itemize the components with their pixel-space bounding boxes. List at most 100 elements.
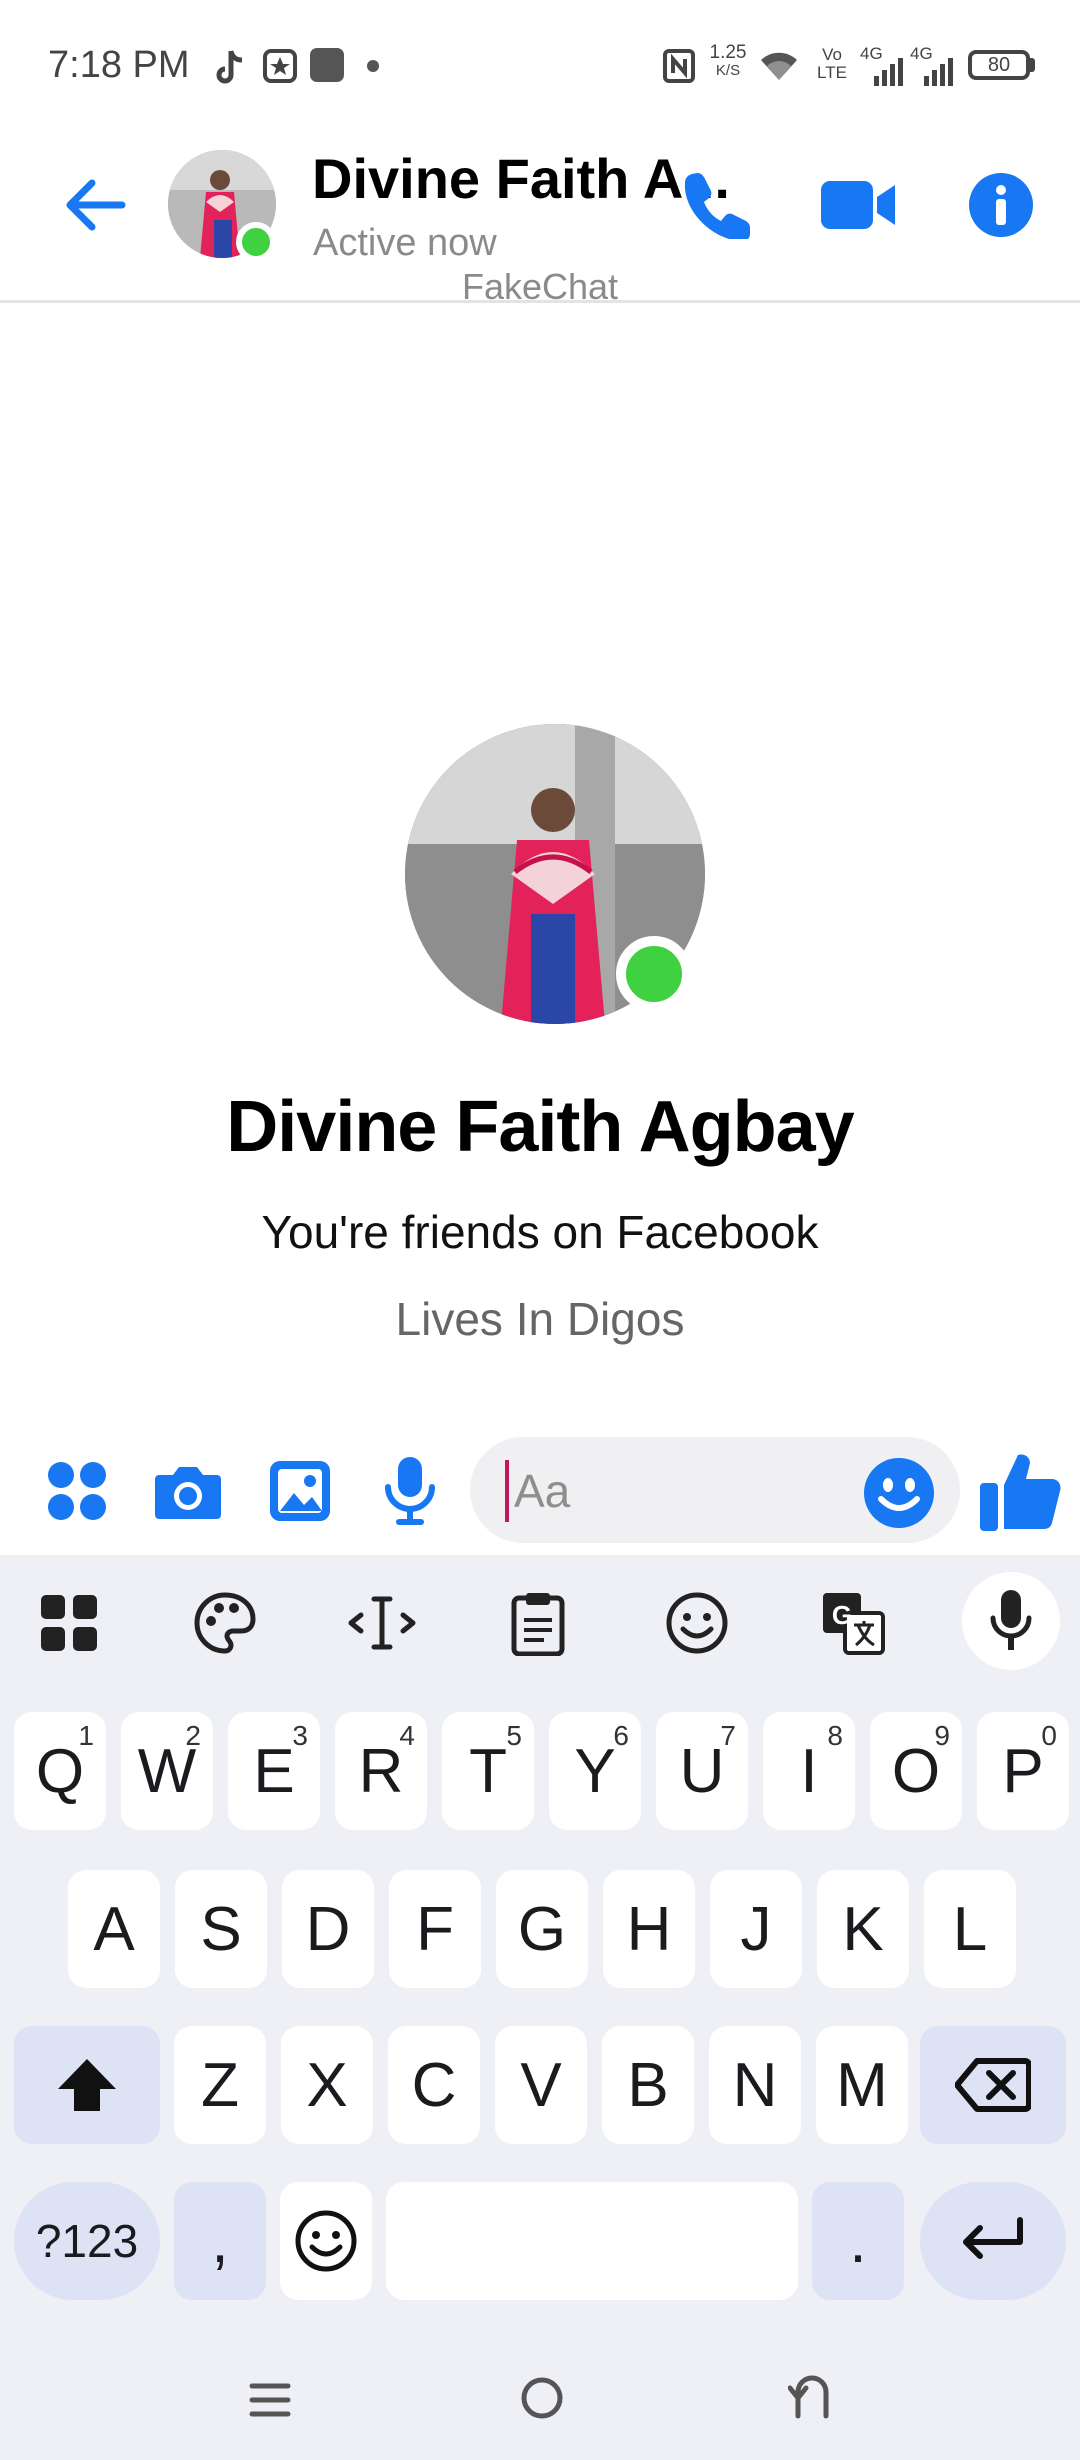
voice-input-icon[interactable]	[962, 1572, 1060, 1670]
key-n-label: N	[732, 2050, 778, 2120]
key-b[interactable]: B	[602, 2026, 694, 2144]
key-l[interactable]: L	[924, 1870, 1016, 1988]
recent-apps-icon[interactable]	[240, 2370, 300, 2430]
key-e-label: E	[253, 1736, 295, 1806]
emoji-key[interactable]	[280, 2182, 372, 2300]
enter-key[interactable]	[920, 2182, 1066, 2300]
back-nav-icon[interactable]	[780, 2362, 844, 2426]
clipboard-icon[interactable]	[506, 1588, 570, 1658]
backspace-key[interactable]	[920, 2026, 1066, 2144]
key-z[interactable]: Z	[174, 2026, 266, 2144]
key-m[interactable]: M	[816, 2026, 908, 2144]
key-n[interactable]: N	[709, 2026, 801, 2144]
contact-name[interactable]: Divine Faith A...	[312, 146, 730, 211]
key-e[interactable]: E3	[228, 1712, 320, 1830]
key-o[interactable]: O9	[870, 1712, 962, 1830]
key-r-hint: 4	[399, 1720, 415, 1751]
active-status: Active now	[313, 222, 497, 264]
key-g[interactable]: G	[496, 1870, 588, 1988]
key-l-label: L	[952, 1894, 988, 1964]
key-h[interactable]: H	[603, 1870, 695, 1988]
nfc-icon	[662, 48, 696, 84]
camera-icon[interactable]	[152, 1460, 224, 1524]
key-q-hint: 1	[78, 1720, 94, 1751]
key-i-label: I	[800, 1736, 818, 1806]
period-key-label: .	[849, 2206, 867, 2276]
key-m-label: M	[836, 2050, 888, 2120]
location-text: Lives In Digos	[395, 1293, 685, 1345]
key-y-label: Y	[574, 1736, 616, 1806]
key-d-label: D	[305, 1894, 351, 1964]
key-j[interactable]: J	[710, 1870, 802, 1988]
space-key[interactable]	[386, 2182, 798, 2300]
phone-call-icon[interactable]	[680, 165, 754, 243]
fakechat-watermark: FakeChat	[461, 266, 619, 307]
key-c[interactable]: C	[388, 2026, 480, 2144]
keyboard	[0, 1555, 1080, 2460]
comma-key[interactable]: ,	[174, 2182, 266, 2300]
key-p[interactable]: P0	[977, 1712, 1069, 1830]
shift-key[interactable]	[14, 2026, 160, 2144]
svg-text:G: G	[832, 1600, 852, 1630]
app-notification-icon	[262, 48, 298, 84]
key-p-hint: 0	[1041, 1720, 1057, 1751]
key-z-label: Z	[201, 2050, 239, 2120]
period-key[interactable]: .	[812, 2182, 904, 2300]
more-notifications-dot	[367, 60, 379, 72]
home-icon[interactable]	[510, 2366, 574, 2430]
key-i[interactable]: I8	[763, 1712, 855, 1830]
key-i-hint: 8	[827, 1720, 843, 1751]
key-w-hint: 2	[185, 1720, 201, 1751]
key-t[interactable]: T5	[442, 1712, 534, 1830]
backspace-icon	[955, 2058, 1031, 2112]
key-u-hint: 7	[720, 1720, 736, 1751]
key-t-label: T	[469, 1736, 507, 1806]
key-p-label: P	[1002, 1736, 1044, 1806]
online-status-dot	[236, 222, 276, 262]
back-arrow-icon[interactable]	[56, 170, 132, 240]
microphone-icon[interactable]	[380, 1454, 440, 1528]
net-speed-indicator: 1.25 K/S	[706, 42, 750, 80]
sim2-signal: 4G	[910, 44, 956, 86]
key-k[interactable]: K	[817, 1870, 909, 1988]
keyboard-apps-icon[interactable]	[36, 1590, 102, 1656]
emoji-keyboard-icon[interactable]	[662, 1588, 732, 1658]
key-u[interactable]: U7	[656, 1712, 748, 1830]
symbols-key-label: ?123	[35, 2215, 139, 2267]
info-icon[interactable]	[966, 170, 1036, 240]
friendship-status: You're friends on Facebook	[261, 1206, 819, 1258]
like-thumbs-up-icon[interactable]	[976, 1448, 1066, 1534]
key-c-label: C	[411, 2050, 457, 2120]
key-h-label: H	[626, 1894, 672, 1964]
net-speed-value: 1.25	[709, 42, 747, 63]
key-y[interactable]: Y6	[549, 1712, 641, 1830]
palette-icon[interactable]	[190, 1588, 260, 1658]
text-cursor-control-icon[interactable]	[346, 1590, 418, 1656]
key-d[interactable]: D	[282, 1870, 374, 1988]
key-o-hint: 9	[934, 1720, 950, 1751]
symbols-key[interactable]: ?123	[14, 2182, 160, 2300]
key-s[interactable]: S	[175, 1870, 267, 1988]
key-a[interactable]: A	[68, 1870, 160, 1988]
key-x[interactable]: X	[281, 2026, 373, 2144]
key-g-label: G	[517, 1894, 567, 1964]
key-y-hint: 6	[613, 1720, 629, 1751]
key-q[interactable]: Q1	[14, 1712, 106, 1830]
emoji-icon[interactable]	[862, 1456, 936, 1530]
message-placeholder: Aa	[514, 1465, 571, 1517]
more-actions-icon[interactable]	[44, 1458, 110, 1524]
wifi-icon	[758, 48, 800, 84]
shift-icon	[58, 2059, 116, 2111]
comma-key-label: ,	[211, 2206, 229, 2276]
key-v[interactable]: V	[495, 2026, 587, 2144]
gallery-icon[interactable]	[266, 1458, 334, 1524]
translate-icon[interactable]: G	[818, 1588, 888, 1658]
text-cursor	[505, 1460, 509, 1522]
video-call-icon[interactable]	[818, 170, 898, 240]
key-w[interactable]: W2	[121, 1712, 213, 1830]
key-f[interactable]: F	[389, 1870, 481, 1988]
key-u-label: U	[679, 1736, 725, 1806]
key-j-label: J	[740, 1894, 772, 1964]
key-x-label: X	[306, 2050, 348, 2120]
key-r[interactable]: R4	[335, 1712, 427, 1830]
